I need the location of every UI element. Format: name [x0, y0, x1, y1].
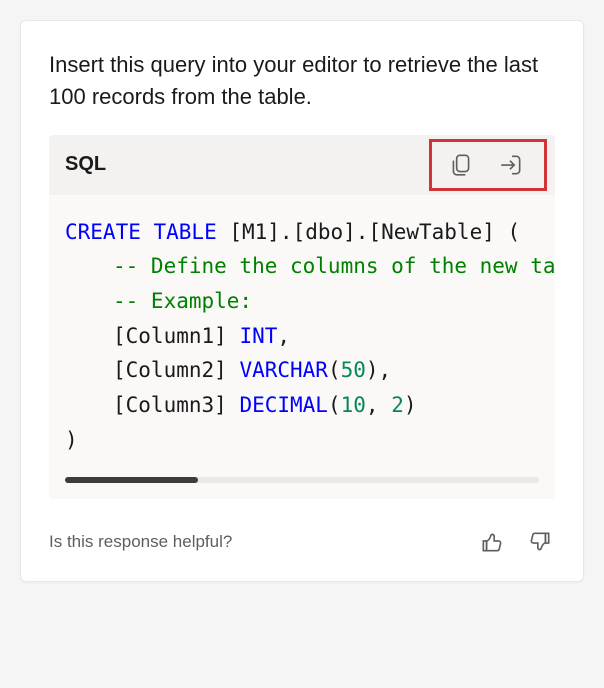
code-block: SQL CREATE TABLE [M1].[d: [49, 135, 555, 499]
code-line: ): [65, 423, 539, 458]
code-header: SQL: [49, 135, 555, 195]
thumbs-up-button[interactable]: [477, 527, 507, 557]
code-line: -- Example:: [65, 284, 539, 319]
feedback-actions: [477, 527, 555, 557]
code-actions-highlight: [429, 139, 547, 191]
code-line: [Column2] VARCHAR(50),: [65, 353, 539, 388]
copy-icon: [448, 152, 474, 178]
feedback-prompt: Is this response helpful?: [49, 532, 232, 552]
copy-button[interactable]: [446, 150, 476, 180]
thumbs-up-icon: [479, 529, 505, 555]
scrollbar-thumb[interactable]: [65, 477, 198, 483]
horizontal-scrollbar[interactable]: [65, 477, 539, 483]
response-card: Insert this query into your editor to re…: [20, 20, 584, 582]
insert-button[interactable]: [496, 150, 526, 180]
thumbs-down-icon: [527, 529, 553, 555]
response-description: Insert this query into your editor to re…: [49, 49, 555, 113]
code-line: [Column1] INT,: [65, 319, 539, 354]
code-line: -- Define the columns of the new tabl: [65, 249, 539, 284]
code-line: [Column3] DECIMAL(10, 2): [65, 388, 539, 423]
feedback-footer: Is this response helpful?: [49, 527, 555, 557]
insert-icon: [498, 152, 524, 178]
code-line: CREATE TABLE [M1].[dbo].[NewTable] (: [65, 215, 539, 250]
code-content: CREATE TABLE [M1].[dbo].[NewTable] ( -- …: [49, 195, 555, 469]
code-language-label: SQL: [65, 153, 106, 176]
thumbs-down-button[interactable]: [525, 527, 555, 557]
